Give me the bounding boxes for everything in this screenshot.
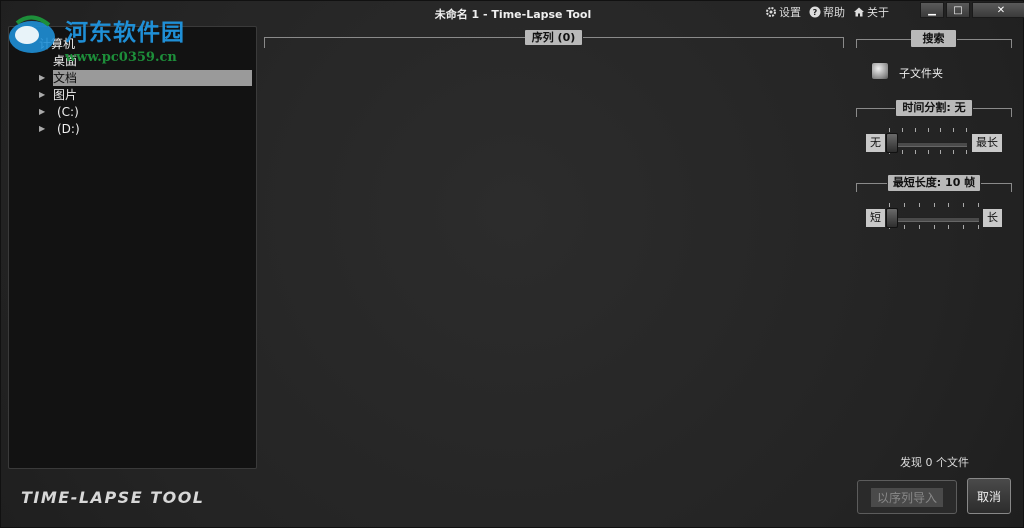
min-length-label: 最短长度: 10 帧 [888,175,980,191]
min-length-frame-left [856,183,887,192]
slider-tick [889,203,890,207]
svg-text:?: ? [813,8,818,17]
folder-tree[interactable]: 计算机 桌面 ▶ 文档 ▶ 图片 ▶ (C:) ▶ (D:) [8,26,257,469]
subfolder-checkbox[interactable] [871,62,889,80]
slider-tick [953,150,954,154]
min-length-slider-thumb[interactable] [886,208,898,228]
slider-tick [919,225,920,229]
tree-item-drive-d[interactable]: ▶ (D:) [39,121,80,137]
tree-item-drive-c[interactable]: ▶ (C:) [39,104,79,120]
watermark-url: www.pc0359.cn [65,50,177,65]
slider-tick [928,128,929,132]
slider-tick [919,203,920,207]
help-icon: ? [809,6,821,18]
cancel-button[interactable]: 取消 [967,478,1011,514]
min-length-ticks [889,203,979,229]
slider-tick [902,128,903,132]
minimize-button[interactable]: ▁ [920,2,944,18]
tree-item-documents[interactable]: ▶ 文档 [39,70,252,86]
time-split-slider-thumb[interactable] [886,133,898,153]
time-split-label: 时间分割: 无 [896,100,972,116]
expand-arrow-icon[interactable]: ▶ [39,104,45,120]
search-frame-left [856,39,911,48]
help-menu[interactable]: ? 帮助 [809,4,845,20]
slider-tick [934,225,935,229]
slider-tick [928,150,929,154]
slider-tick [902,150,903,154]
slider-tick [978,203,979,207]
slider-tick [948,225,949,229]
watermark-name: 河东软件园 [65,19,185,46]
settings-label: 设置 [779,6,801,19]
expand-arrow-icon[interactable]: ▶ [39,70,45,86]
slider-tick [915,128,916,132]
home-icon [853,6,865,18]
about-label: 关于 [867,6,889,19]
import-sequence-button[interactable]: 以序列导入 [857,480,957,514]
found-count: 发现 0 个文件 [900,456,969,469]
min-length-frame-right [981,183,1012,192]
sequence-label: 序列 (0) [525,30,582,45]
expand-arrow-icon[interactable]: ▶ [39,87,45,103]
tree-item-pictures[interactable]: ▶ 图片 [39,87,77,103]
time-split-max-label: 最长 [972,134,1002,152]
min-length-max-label: 长 [983,209,1002,227]
search-frame-right [957,39,1012,48]
slider-tick [966,150,967,154]
slider-tick [940,128,941,132]
window-controls: ▁ □ ✕ [920,2,1024,18]
slider-tick [889,128,890,132]
search-label: 搜索 [911,30,956,47]
watermark: 河东软件园 www.pc0359.cn [7,11,207,67]
subfolder-label: 子文件夹 [899,67,943,80]
app-logo: TIME-LAPSE TOOL [21,488,205,507]
slider-tick [963,203,964,207]
app-window: 未命名 1 - Time-Lapse Tool 设置 ? 帮助 关于 ▁ □ ✕… [0,0,1024,528]
top-menu: 设置 ? 帮助 关于 [765,4,889,20]
close-button[interactable]: ✕ [972,2,1024,18]
slider-tick [966,128,967,132]
slider-tick [963,225,964,229]
slider-tick [940,150,941,154]
help-label: 帮助 [823,6,845,19]
slider-tick [978,225,979,229]
time-split-frame-right [973,108,1012,117]
min-length-min-label: 短 [866,209,885,227]
sequence-frame-right [583,37,844,48]
slider-tick [904,203,905,207]
slider-tick [934,203,935,207]
expand-arrow-icon[interactable]: ▶ [39,121,45,137]
time-split-ticks [889,128,967,154]
settings-menu[interactable]: 设置 [765,4,801,20]
slider-tick [948,203,949,207]
slider-tick [953,128,954,132]
slider-tick [904,225,905,229]
slider-tick [915,150,916,154]
time-split-min-label: 无 [866,134,885,152]
watermark-logo-icon [9,15,55,53]
sequence-frame-left [264,37,525,48]
time-split-frame-left [856,108,895,117]
about-menu[interactable]: 关于 [853,4,889,20]
maximize-button[interactable]: □ [946,2,970,18]
gear-icon [765,6,777,18]
